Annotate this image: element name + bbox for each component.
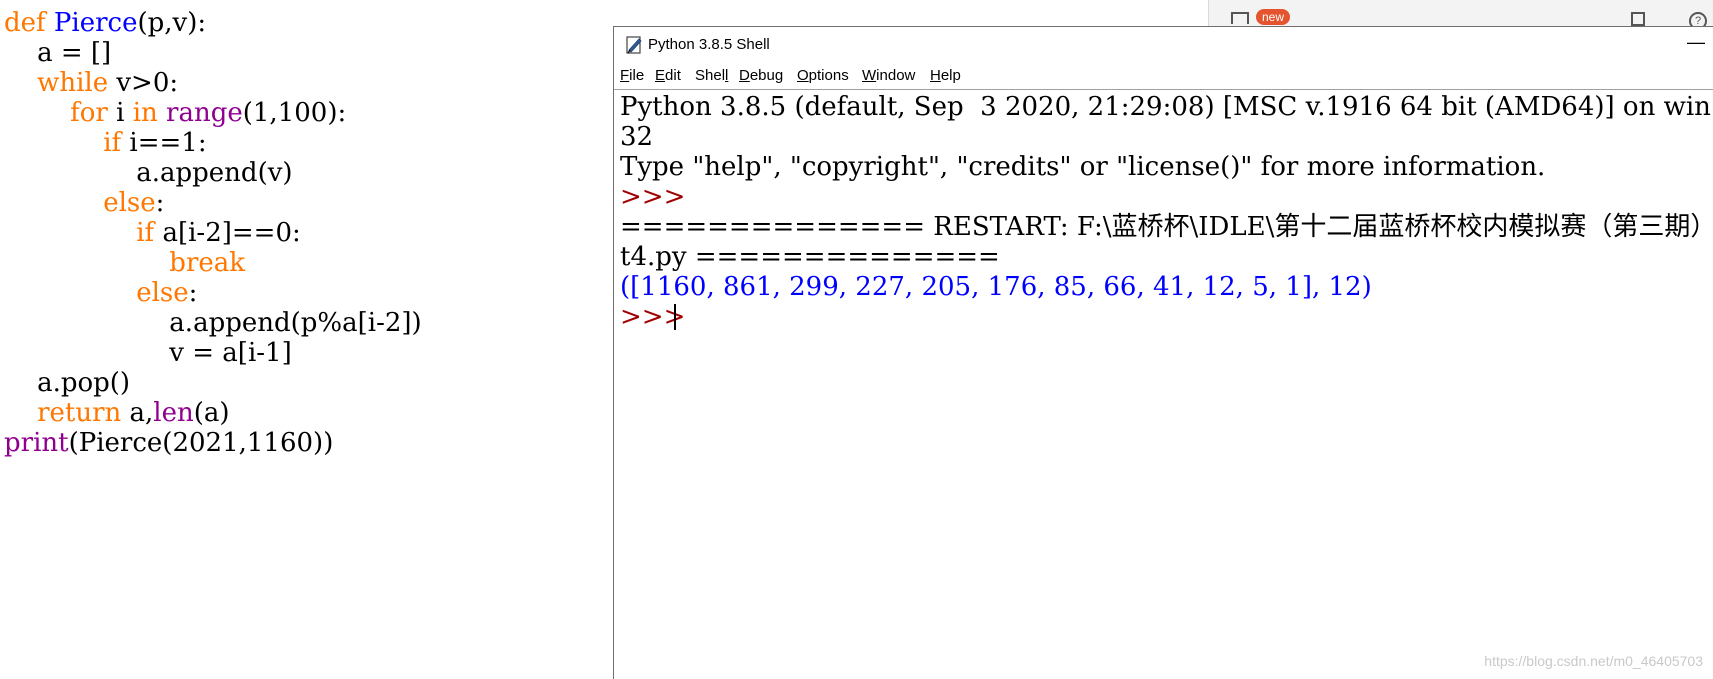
code-token-plain: (1,100): <box>242 98 347 128</box>
code-token-kw: else <box>103 188 156 218</box>
code-token-plain: : <box>155 188 165 218</box>
menu-help[interactable]: Help <box>930 62 961 89</box>
code-token-plain: (p,v): <box>137 8 207 38</box>
menu-file[interactable]: File <box>620 62 644 89</box>
code-token-plain: i==1: <box>121 128 207 158</box>
code-line: a.pop() <box>4 368 130 398</box>
background-window: new ? <box>1208 0 1713 30</box>
code-token-plain: a[i-2]==0: <box>154 218 301 248</box>
code-line: for i in range(1,100): <box>4 98 346 128</box>
code-token-kw: for <box>70 98 108 128</box>
code-editor[interactable]: def Pierce(p,v): a = [] while v>0: for i… <box>4 8 604 468</box>
document-icon[interactable] <box>1231 12 1249 24</box>
python-shell-window: Python 3.8.5 Shell — File Edit Shell Debug O… <box>613 26 1713 679</box>
code-line: print(Pierce(2021,1160)) <box>4 428 333 458</box>
menu-shell[interactable]: Shell <box>695 62 728 89</box>
code-token-kw: def <box>4 8 46 38</box>
code-line: return a,len(a) <box>4 398 230 428</box>
minimize-button[interactable]: — <box>1678 27 1713 62</box>
list-icon[interactable] <box>1631 12 1645 26</box>
menu-options[interactable]: Options <box>797 62 849 89</box>
shell-output-area[interactable]: Python 3.8.5 (default, Sep 3 2020, 21:29… <box>620 90 1713 679</box>
code-token-kw: else <box>136 278 189 308</box>
code-token-plain: a.append(p%a[i-2]) <box>169 308 422 338</box>
code-token-plain: a = [] <box>37 38 112 68</box>
code-token-plain: : <box>188 278 198 308</box>
code-line: if a[i-2]==0: <box>4 218 301 248</box>
shell-output-line: Type "help", "copyright", "credits" or "… <box>620 152 1546 182</box>
code-token-plain: a.append(v) <box>136 158 293 188</box>
menu-debug[interactable]: Debug <box>739 62 783 89</box>
shell-output-line: Python 3.8.5 (default, Sep 3 2020, 21:29… <box>620 92 1711 122</box>
code-token-plain: i <box>107 98 133 128</box>
code-token-plain: v = a[i-1] <box>169 338 292 368</box>
code-token-builtin: print <box>4 428 69 458</box>
code-token-kw: in <box>132 98 158 128</box>
window-title: Python 3.8.5 Shell <box>648 36 770 53</box>
shell-prompt: >>> <box>620 302 694 332</box>
shell-result-line: ([1160, 861, 299, 227, 205, 176, 85, 66,… <box>620 272 1372 302</box>
code-token-kw: while <box>37 68 109 98</box>
new-badge: new <box>1256 9 1291 25</box>
shell-output-line: 32 <box>620 122 654 152</box>
code-token-plain: a.pop() <box>37 368 131 398</box>
watermark: https://blog.csdn.net/m0_46405703 <box>1484 653 1703 669</box>
code-line: v = a[i-1] <box>4 338 292 368</box>
code-line: a.append(p%a[i-2]) <box>4 308 422 338</box>
code-token-kw: if <box>136 218 155 248</box>
code-line: else: <box>4 188 164 218</box>
code-line: def Pierce(p,v): <box>4 8 206 38</box>
code-token-plain: (Pierce(2021,1160)) <box>68 428 334 458</box>
code-token-def: Pierce <box>53 8 138 38</box>
menu-window[interactable]: Window <box>862 62 915 89</box>
code-line: else: <box>4 278 197 308</box>
code-line: a.append(v) <box>4 158 293 188</box>
code-token-builtin: len <box>153 398 194 428</box>
shell-titlebar[interactable]: Python 3.8.5 Shell — <box>614 27 1713 62</box>
menu-edit[interactable]: Edit <box>655 62 681 89</box>
code-token-kw: if <box>103 128 122 158</box>
code-line: if i==1: <box>4 128 207 158</box>
code-token-kw: return <box>37 398 122 428</box>
code-token-plain: a, <box>121 398 154 428</box>
code-token-plain: (a) <box>193 398 230 428</box>
code-token-plain: v>0: <box>108 68 179 98</box>
code-token-builtin: range <box>166 98 243 128</box>
shell-output-line: ============== RESTART: F:\蓝桥杯\IDLE\第十二届… <box>620 212 1713 242</box>
shell-prompt: >>> <box>620 182 686 212</box>
idle-feather-icon <box>626 36 642 54</box>
code-line: while v>0: <box>4 68 178 98</box>
shell-menubar: File Edit Shell Debug Options Window Help <box>614 62 1713 89</box>
shell-output-line: t4.py ============== <box>620 242 1000 272</box>
code-line: a = [] <box>4 38 111 68</box>
code-line: break <box>4 248 245 278</box>
text-cursor <box>674 304 676 330</box>
code-token-kw: break <box>169 248 246 278</box>
